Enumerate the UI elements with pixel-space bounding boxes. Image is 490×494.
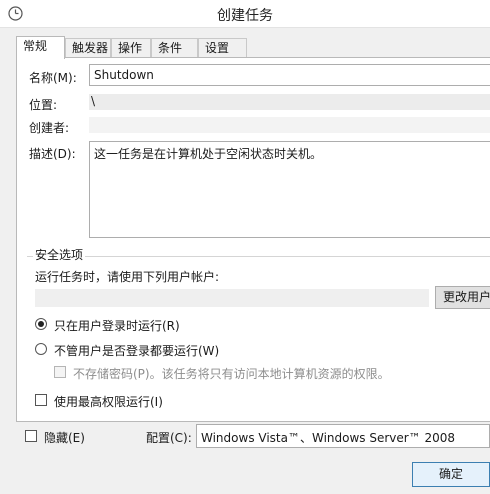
change-user-button[interactable]: 更改用户: [435, 286, 490, 309]
description-label: 描述(D):: [29, 147, 76, 161]
radio-run-logged-on[interactable]: [35, 318, 47, 330]
security-options-title: 安全选项: [33, 246, 86, 263]
hidden-checkbox[interactable]: [25, 430, 37, 442]
title-bar: 创建任务: [0, 0, 490, 28]
tab-general[interactable]: 常规: [16, 36, 65, 59]
tab-conditions[interactable]: 条件: [151, 38, 198, 58]
location-label: 位置:: [29, 98, 58, 112]
radio-run-any-label[interactable]: 不管用户是否登录都要运行(W): [54, 342, 219, 359]
radio-run-logged-on-label[interactable]: 只在用户登录时运行(R): [54, 317, 180, 334]
configure-select[interactable]: Windows Vista™、Windows Server™ 2008: [196, 424, 490, 448]
run-as-label: 运行任务时，请使用下列用户帐户:: [35, 270, 220, 284]
name-label: 名称(M):: [29, 71, 77, 85]
hidden-label[interactable]: 隐藏(E): [44, 429, 85, 446]
no-store-password-label: 不存储密码(P)。该任务将只有访问本地计算机资源的权限。: [73, 367, 390, 381]
radio-run-any[interactable]: [35, 343, 47, 355]
name-input[interactable]: Shutdown: [89, 64, 490, 86]
description-input[interactable]: 这一任务是在计算机处于空闲状态时关机。: [89, 141, 490, 238]
author-label: 创建者:: [29, 121, 70, 135]
ok-button[interactable]: 确定: [412, 462, 490, 487]
tab-triggers[interactable]: 触发器: [65, 38, 111, 58]
tab-actions[interactable]: 操作: [111, 38, 151, 58]
configure-label: 配置(C):: [146, 431, 192, 445]
location-value: \: [89, 94, 490, 110]
tab-settings[interactable]: 设置: [198, 38, 247, 58]
no-store-password-checkbox[interactable]: [54, 366, 66, 378]
highest-privileges-label[interactable]: 使用最高权限运行(I): [54, 393, 163, 410]
author-value: [89, 117, 490, 133]
window-title: 创建任务: [217, 8, 273, 24]
highest-privileges-checkbox[interactable]: [35, 394, 47, 406]
general-panel: 名称(M): Shutdown 位置: \ 创建者: 描述(D): 这一任务是在…: [16, 57, 490, 422]
run-as-user-value: [35, 289, 429, 307]
